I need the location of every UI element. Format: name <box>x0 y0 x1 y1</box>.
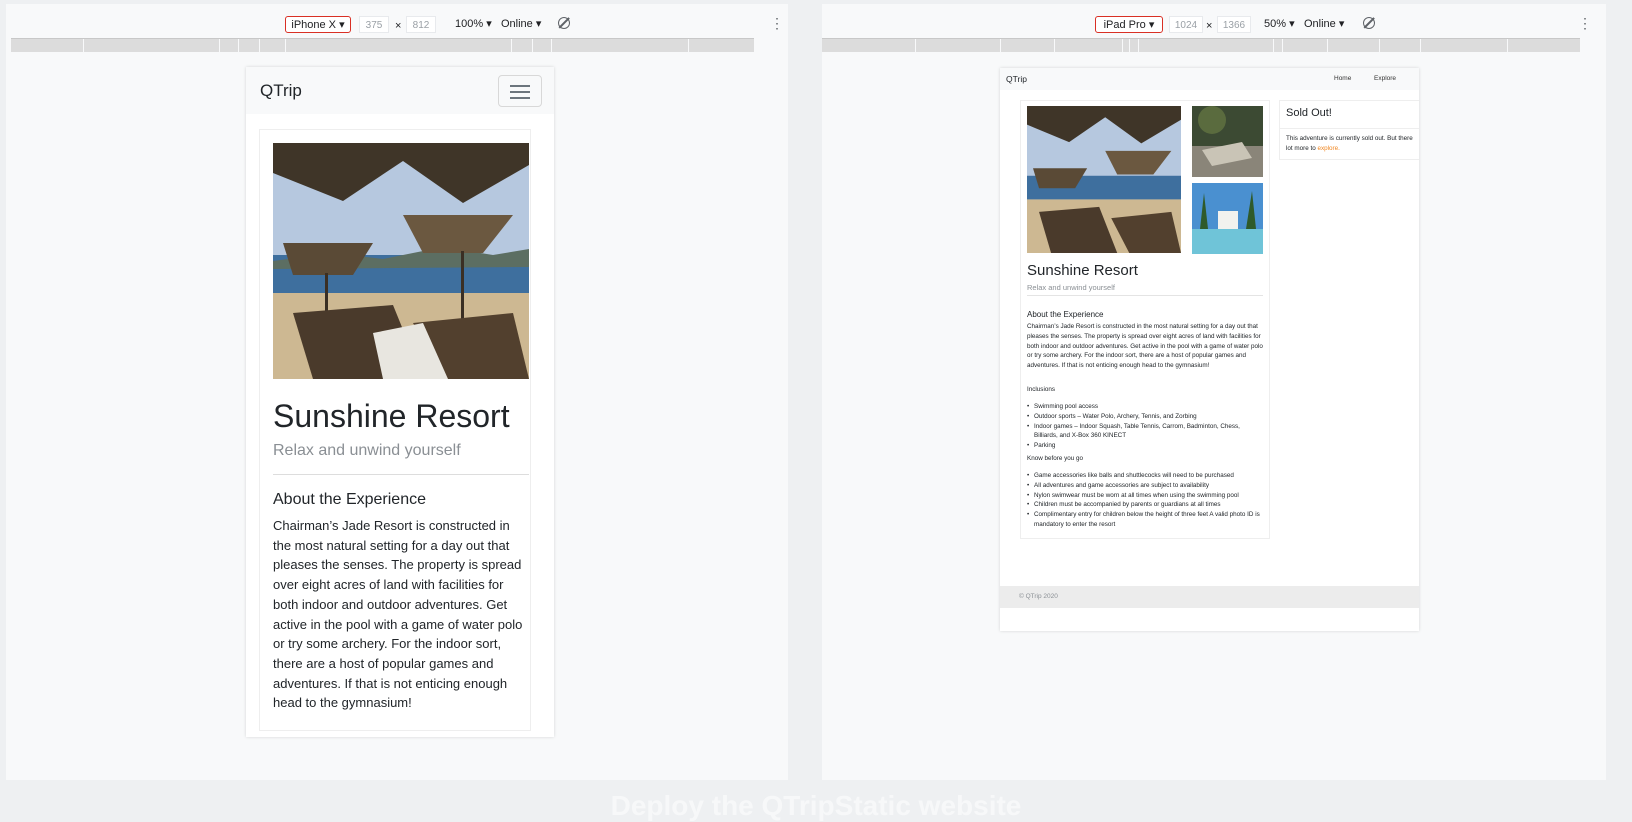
resort-photo-pool <box>1192 183 1263 254</box>
list-item: Nylon swimwear must be worn at all times… <box>1027 491 1263 501</box>
footer: © QTrip 2020 <box>1000 586 1419 608</box>
device-select[interactable]: iPhone X ▾ <box>285 16 351 33</box>
resort-photo-main <box>1027 106 1181 253</box>
know-before-heading: Know before you go <box>1027 455 1084 462</box>
about-heading: About the Experience <box>273 491 426 508</box>
mobile-viewport: QTrip Sunshine Resort Relax and unwind y… <box>246 67 554 737</box>
sold-out-title: Sold Out! <box>1286 107 1332 119</box>
rotate-icon[interactable] <box>1363 17 1375 29</box>
adventure-title: Sunshine Resort <box>273 398 510 434</box>
inclusions-heading: Inclusions <box>1027 386 1056 393</box>
copyright-text: © QTrip 2020 <box>1019 593 1058 600</box>
media-query-bar[interactable] <box>11 38 754 52</box>
zoom-select[interactable]: 100% ▾ <box>455 17 492 31</box>
times-icon: × <box>395 20 402 32</box>
about-text: Chairman’s Jade Resort is constructed in… <box>1027 323 1263 370</box>
width-input[interactable]: 375 <box>359 16 389 33</box>
media-query-bar[interactable] <box>822 38 1580 52</box>
height-input[interactable]: 1366 <box>1217 16 1251 33</box>
list-item: Parking <box>1027 441 1263 451</box>
nav-link-explore[interactable]: Explore <box>1374 75 1396 82</box>
about-text: Chairman’s Jade Resort is constructed in… <box>273 518 523 711</box>
sold-out-text-2: lot more to <box>1286 144 1316 152</box>
divider <box>1280 128 1419 129</box>
devtools-pane-ipad: iPad Pro ▾ 1024 × 1366 50% ▾ Online ▾ ⋮ … <box>822 4 1606 780</box>
hamburger-menu-icon[interactable] <box>498 75 542 107</box>
more-options-icon[interactable]: ⋮ <box>770 15 784 31</box>
reservation-panel: Sold Out! This adventure is currently so… <box>1279 100 1419 160</box>
width-input[interactable]: 1024 <box>1169 16 1203 33</box>
list-item: Game accessories like balls and shuttlec… <box>1027 471 1263 481</box>
divider <box>273 474 529 475</box>
adventure-card: Sunshine Resort Relax and unwind yoursel… <box>259 129 531 731</box>
more-options-icon[interactable]: ⋮ <box>1578 15 1592 31</box>
list-item: Outdoor sports – Water Polo, Archery, Te… <box>1027 412 1263 422</box>
navbar: QTrip <box>246 67 554 114</box>
device-select[interactable]: iPad Pro ▾ <box>1095 16 1163 33</box>
divider <box>1027 295 1263 296</box>
adventure-title: Sunshine Resort <box>1027 262 1138 279</box>
list-item: Children must be accompanied by parents … <box>1027 500 1263 510</box>
video-caption: Deploy the QTripStatic website <box>610 790 1022 821</box>
nav-link-home[interactable]: Home <box>1334 75 1351 82</box>
zoom-select[interactable]: 50% ▾ <box>1264 17 1295 31</box>
list-item: All adventures and game accessories are … <box>1027 481 1263 491</box>
brand-logo[interactable]: QTrip <box>260 81 302 101</box>
height-input[interactable]: 812 <box>406 16 436 33</box>
explore-link[interactable]: explore. <box>1318 145 1340 152</box>
know-before-list: Game accessories like balls and shuttlec… <box>1027 471 1263 530</box>
tablet-viewport: QTrip Home Explore Sunshine Resort Relax… <box>1000 68 1419 631</box>
brand-logo[interactable]: QTrip <box>1006 74 1027 84</box>
times-icon: × <box>1206 20 1213 32</box>
navbar: QTrip Home Explore <box>1000 68 1419 90</box>
list-item: Indoor games – Indoor Squash, Table Tenn… <box>1027 422 1263 442</box>
resort-photo-pool-deck <box>1192 106 1263 177</box>
list-item: Swimming pool access <box>1027 402 1263 412</box>
list-item: Complimentary entry for children below t… <box>1027 510 1263 530</box>
sold-out-text: This adventure is currently sold out. Bu… <box>1286 135 1413 142</box>
sold-out-message: This adventure is currently sold out. Bu… <box>1286 134 1419 154</box>
adventure-subtitle: Relax and unwind yourself <box>1027 283 1115 292</box>
network-select[interactable]: Online ▾ <box>501 17 541 31</box>
network-select[interactable]: Online ▾ <box>1304 17 1344 31</box>
inclusions-list: Swimming pool access Outdoor sports – Wa… <box>1027 402 1263 451</box>
devtools-pane-iphone: iPhone X ▾ 375 × 812 100% ▾ Online ▾ ⋮ Q… <box>6 4 788 780</box>
adventure-card: Sunshine Resort Relax and unwind yoursel… <box>1020 100 1270 539</box>
rotate-icon[interactable] <box>558 17 570 29</box>
adventure-subtitle: Relax and unwind yourself <box>273 442 461 459</box>
about-heading: About the Experience <box>1027 310 1104 319</box>
resort-photo <box>273 143 529 379</box>
